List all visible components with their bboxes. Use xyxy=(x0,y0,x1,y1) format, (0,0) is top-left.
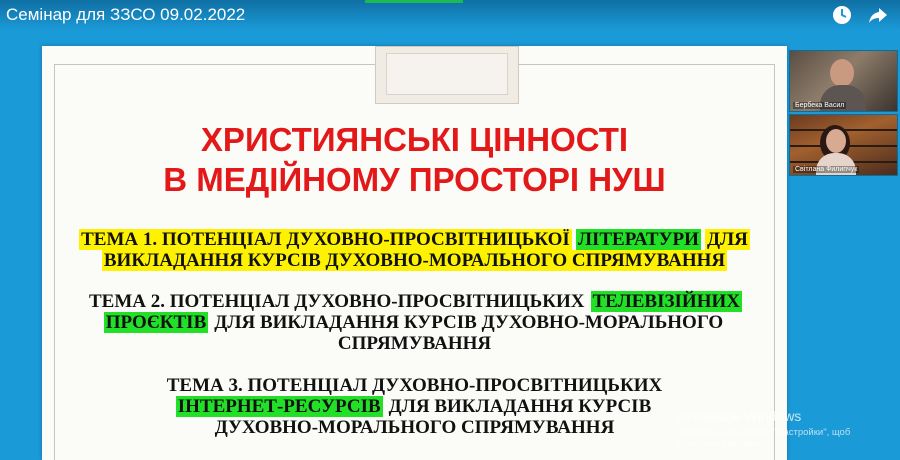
topic-1-text-end: ДЛЯ xyxy=(704,229,750,250)
slide-title-line-2: В МЕДІЙНОМУ ПРОСТОРІ НУШ xyxy=(163,161,666,198)
topic-2-highlight-2: ПРОЄКТІВ xyxy=(103,312,209,333)
topic-3-line-3: ДУХОВНО-МОРАЛЬНОГО СПРЯМУВАННЯ xyxy=(214,417,615,438)
participant-name: Бербека Васил xyxy=(793,102,847,109)
video-top-bar: Семінар для ЗЗСО 09.02.2022 xyxy=(0,0,900,30)
topic-3: ТЕМА 3. ПОТЕНЦІАЛ ДУХОВНО-ПРОСВІТНИЦЬКИХ… xyxy=(42,375,787,438)
topic-2-highlight-1: ТЕЛЕВІЗІЙНИХ xyxy=(590,291,742,312)
participant-name: Світлана Филипчук xyxy=(793,166,860,173)
slide-title: ХРИСТИЯНСЬКІ ЦІННОСТІ В МЕДІЙНОМУ ПРОСТО… xyxy=(42,120,787,200)
avatar xyxy=(826,129,846,153)
topic-1-text: ТЕМА 1. ПОТЕНЦІАЛ ДУХОВНО-ПРОСВІТНИЦЬКОЇ xyxy=(79,229,572,250)
topic-2-text-2: ДЛЯ ВИКЛАДАННЯ КУРСІВ ДУХОВНО-МОРАЛЬНОГО xyxy=(214,312,724,333)
topic-1: ТЕМА 1. ПОТЕНЦІАЛ ДУХОВНО-ПРОСВІТНИЦЬКОЇ… xyxy=(42,229,787,271)
presentation-slide: ХРИСТИЯНСЬКІ ЦІННОСТІ В МЕДІЙНОМУ ПРОСТО… xyxy=(42,46,787,460)
avatar xyxy=(830,59,854,87)
topic-2: ТЕМА 2. ПОТЕНЦІАЛ ДУХОВНО-ПРОСВІТНИЦЬКИХ… xyxy=(42,291,787,354)
topic-3-line-1: ТЕМА 3. ПОТЕНЦІАЛ ДУХОВНО-ПРОСВІТНИЦЬКИХ xyxy=(166,375,663,396)
participant-tile[interactable]: Світлана Филипчук xyxy=(789,114,898,176)
topic-1-line-2: ВИКЛАДАННЯ КУРСІВ ДУХОВНО-МОРАЛЬНОГО СПР… xyxy=(101,250,728,271)
topic-3-highlight: ІНТЕРНЕТ-РЕСУРСІВ xyxy=(175,396,383,417)
windows-activation-line-2: активувати Windows. xyxy=(677,439,770,450)
participants-panel: Бербека Васил Світлана Филипчук xyxy=(789,50,898,176)
video-title[interactable]: Семінар для ЗЗСО 09.02.2022 xyxy=(6,5,245,25)
slide-title-line-1: ХРИСТИЯНСЬКІ ЦІННОСТІ xyxy=(200,121,629,158)
participant-tile[interactable]: Бербека Васил xyxy=(789,50,898,112)
progress-accent xyxy=(365,0,463,3)
windows-activation-title: Активація Windows xyxy=(677,408,802,424)
windows-activation-line-1: Перейдіть до розділу "Настройки", щоб xyxy=(677,427,851,438)
share-arrow-icon[interactable] xyxy=(866,3,890,27)
top-actions xyxy=(830,3,890,27)
windows-activation-text: Перейдіть до розділу "Настройки", щоб ак… xyxy=(677,427,877,451)
topic-2-text: ТЕМА 2. ПОТЕНЦІАЛ ДУХОВНО-ПРОСВІТНИЦЬКИХ xyxy=(89,291,585,312)
topic-3-text-2: ДЛЯ ВИКЛАДАННЯ КУРСІВ xyxy=(388,396,652,417)
topic-2-line-3: СПРЯМУВАННЯ xyxy=(337,333,492,354)
clock-icon[interactable] xyxy=(830,3,854,27)
topic-1-highlight: ЛІТЕРАТУРИ xyxy=(575,229,701,250)
slide-decoration xyxy=(375,46,519,104)
